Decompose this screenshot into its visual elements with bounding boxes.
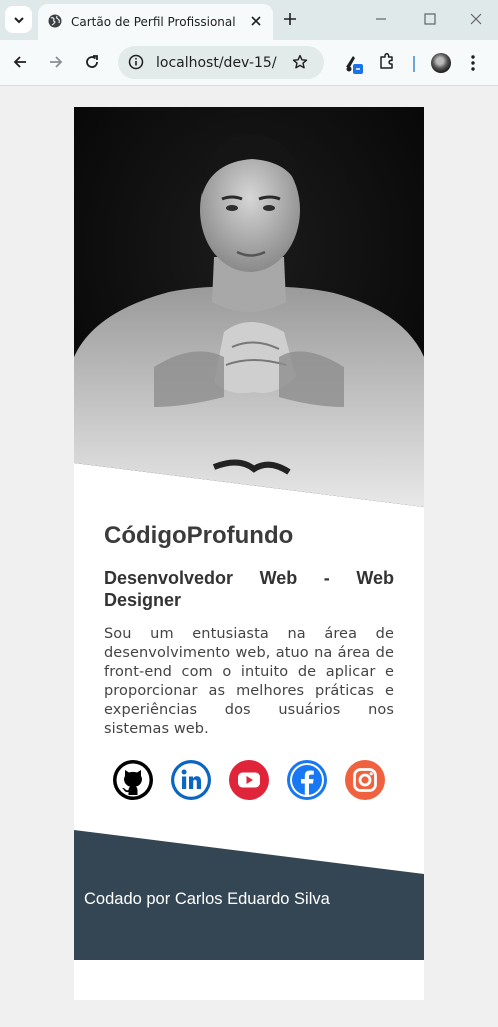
chevron-down-icon: [13, 16, 24, 23]
footer-credit: Codado por Carlos Eduardo Silva: [84, 890, 330, 908]
back-arrow-icon[interactable]: [12, 54, 28, 70]
window-close-icon[interactable]: [470, 13, 482, 25]
forward-arrow-icon[interactable]: [48, 54, 64, 70]
profile-content: CódigoProfundo Desenvolvedor Web - Web D…: [104, 521, 394, 739]
puzzle-icon[interactable]: [378, 52, 396, 70]
youtube-link[interactable]: [228, 759, 270, 801]
tab-title: Cartão de Perfil Profissional: [71, 15, 236, 29]
info-icon[interactable]: [128, 54, 144, 70]
github-icon: [113, 760, 153, 800]
minimize-icon[interactable]: [375, 12, 387, 26]
github-link[interactable]: [112, 759, 154, 801]
tab-search-button[interactable]: [5, 6, 32, 33]
new-tab-icon[interactable]: [282, 11, 298, 27]
linkedin-link[interactable]: [170, 759, 212, 801]
globe-icon: [48, 14, 62, 28]
social-links: [112, 759, 386, 801]
facebook-icon: [287, 760, 327, 800]
reload-icon[interactable]: [84, 54, 100, 70]
profile-photo: [74, 107, 424, 507]
profile-card: CódigoProfundo Desenvolvedor Web - Web D…: [74, 107, 424, 1000]
toolbar-divider: [413, 56, 415, 72]
maximize-icon[interactable]: [424, 13, 436, 25]
profile-avatar[interactable]: [431, 53, 451, 73]
more-menu-icon[interactable]: [470, 54, 476, 72]
profile-role: Desenvolvedor Web - Web Designer: [104, 568, 394, 610]
linkedin-icon: [171, 760, 211, 800]
browser-tab-bar: Cartão de Perfil Profissional: [0, 0, 498, 40]
extension-icon[interactable]: [343, 53, 365, 75]
facebook-link[interactable]: [286, 759, 328, 801]
close-icon[interactable]: [248, 13, 264, 29]
star-icon[interactable]: [292, 54, 308, 70]
youtube-icon: [229, 760, 269, 800]
url-text[interactable]: localhost/dev-15/: [156, 55, 277, 71]
profile-name: CódigoProfundo: [104, 522, 294, 549]
profile-bio: Sou um entusiasta na área de desenvolvim…: [104, 626, 394, 737]
instagram-icon: [345, 760, 385, 800]
instagram-link[interactable]: [344, 759, 386, 801]
browser-tab[interactable]: Cartão de Perfil Profissional: [38, 4, 273, 40]
browser-toolbar: localhost/dev-15/: [0, 40, 498, 86]
address-bar[interactable]: localhost/dev-15/: [118, 46, 324, 79]
